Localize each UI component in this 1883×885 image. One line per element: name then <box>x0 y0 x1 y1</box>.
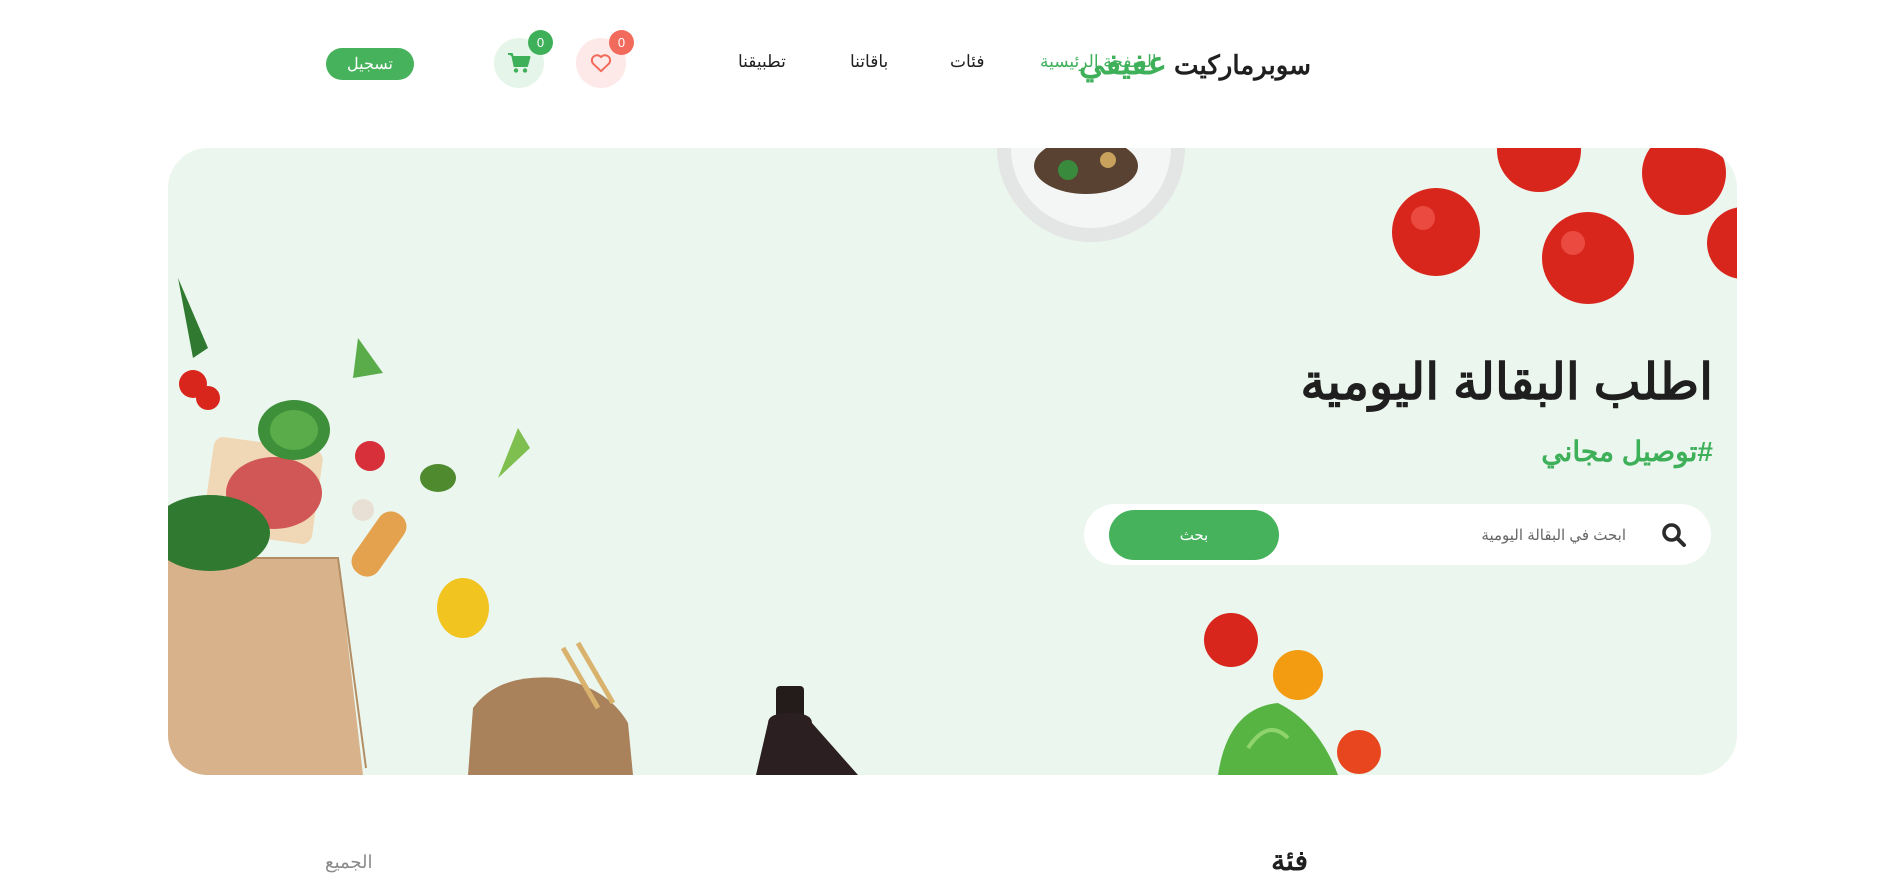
cart-icon <box>508 53 531 73</box>
wishlist-count-badge: 0 <box>609 30 634 55</box>
heart-icon <box>590 54 612 73</box>
login-button[interactable]: تسجيل <box>326 48 414 80</box>
hero-tagline: #توصيل مجاني <box>1541 436 1713 467</box>
cart-count-badge: 0 <box>528 30 553 55</box>
brand-name: سوبرماركيت <box>1174 50 1311 80</box>
hero-title: اطلب البقالة اليومية <box>1300 354 1713 410</box>
nav-categories[interactable]: فئات <box>950 52 984 72</box>
search-icon[interactable] <box>1661 522 1687 548</box>
category-all-link[interactable]: الجميع <box>325 852 373 873</box>
hero-banner: اطلب البقالة اليومية #توصيل مجاني بحث <box>168 148 1737 775</box>
nav-home[interactable]: الصفحة الرئيسية <box>1040 52 1157 72</box>
nav-packages[interactable]: باقاتنا <box>850 52 888 72</box>
search-bar: بحث <box>1084 504 1711 565</box>
nav-app[interactable]: تطبيقنا <box>738 52 786 72</box>
category-title: فئة <box>1271 845 1308 876</box>
hero-produce-illustration <box>168 148 1737 775</box>
search-input[interactable] <box>1334 518 1628 552</box>
search-button[interactable]: بحث <box>1109 510 1279 560</box>
